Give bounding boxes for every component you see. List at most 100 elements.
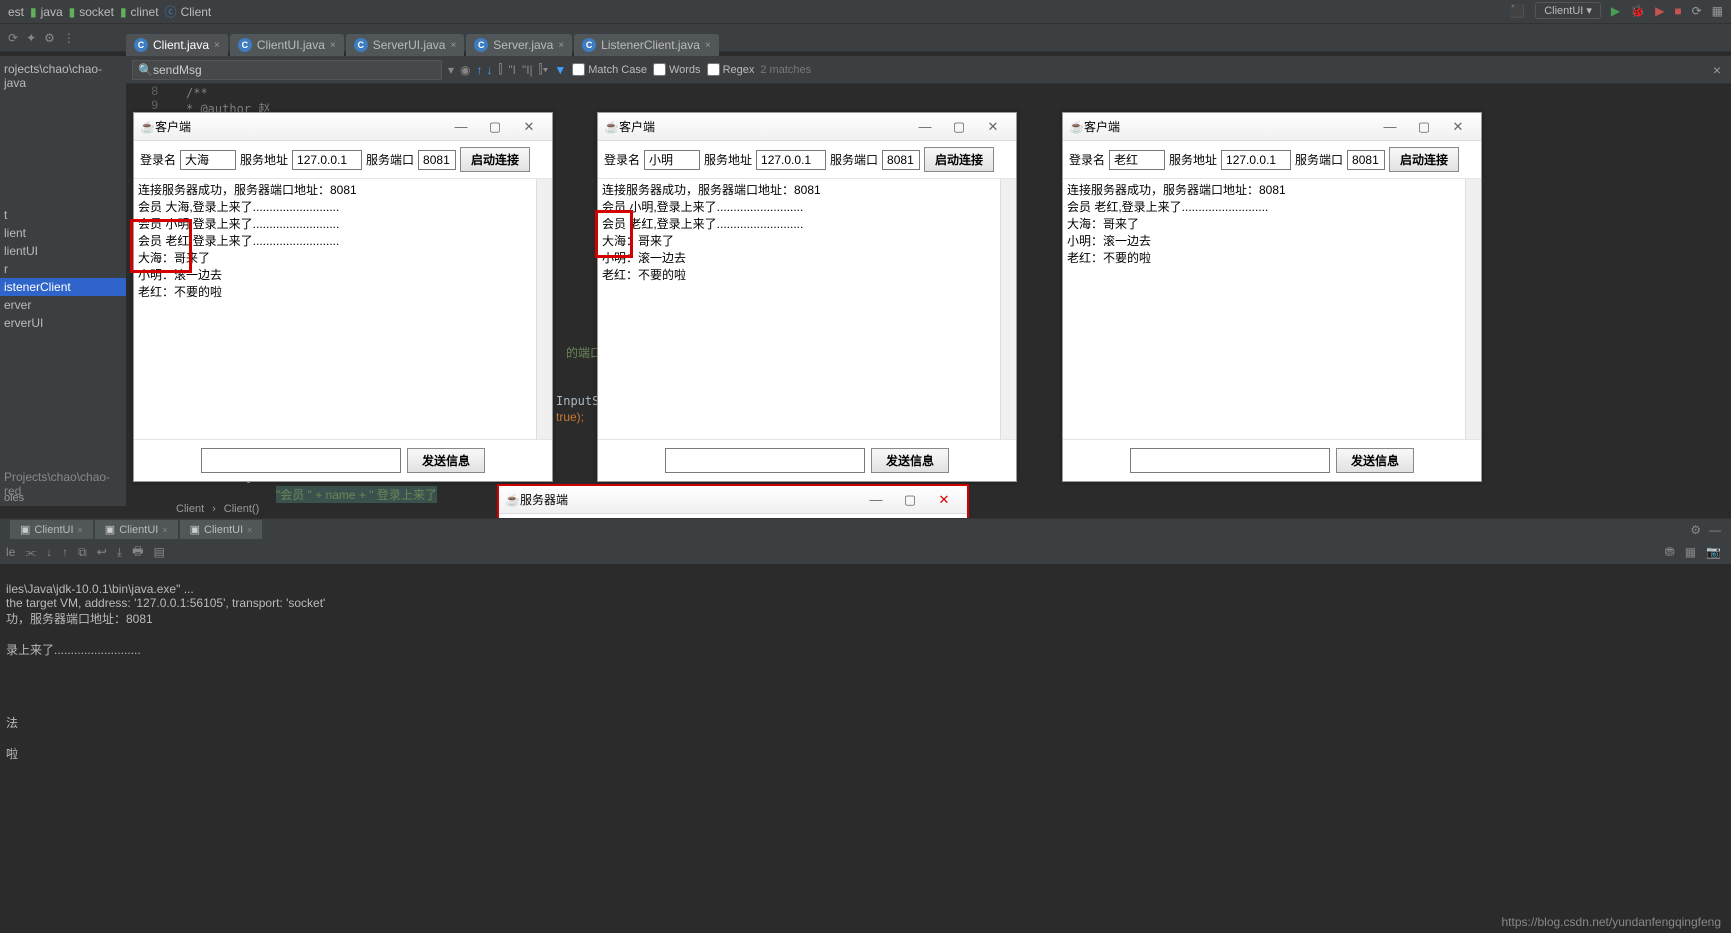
- run-config-selector[interactable]: ClientUI ▾: [1535, 2, 1601, 19]
- send-button[interactable]: 发送信息: [871, 448, 949, 473]
- stop-button[interactable]: ■: [1674, 4, 1681, 18]
- sync-icon[interactable]: ⟳: [8, 31, 18, 45]
- print-icon[interactable]: 🖶: [132, 542, 143, 563]
- message-area[interactable]: 连接服务器成功，服务器端口地址：8081 会员 老红,登录上来了........…: [1063, 179, 1481, 439]
- tree-item[interactable]: lientUI: [0, 242, 126, 260]
- close-icon[interactable]: ×: [705, 40, 711, 51]
- close-icon[interactable]: ×: [558, 40, 564, 51]
- title-bar[interactable]: ☕ 客户端 — ▢ ✕: [134, 113, 552, 141]
- close-button[interactable]: ✕: [1441, 119, 1475, 135]
- structure-button[interactable]: ▦: [1712, 4, 1723, 18]
- connect-button[interactable]: 启动连接: [460, 147, 530, 172]
- send-button[interactable]: 发送信息: [407, 448, 485, 473]
- gear-icon[interactable]: ⚙: [1690, 523, 1701, 537]
- minimize-panel-icon[interactable]: —: [1709, 523, 1721, 537]
- connect-button[interactable]: 启动连接: [924, 147, 994, 172]
- close-find-button[interactable]: ×: [1713, 62, 1721, 78]
- build-icon[interactable]: ⬛: [1510, 4, 1525, 18]
- message-area[interactable]: 连接服务器成功，服务器端口地址：8081 会员 小明,登录上来了........…: [598, 179, 1016, 439]
- debug-button[interactable]: 🐞: [1630, 4, 1645, 18]
- message-area[interactable]: 连接服务器成功，服务器端口地址：8081 会员 大海,登录上来了........…: [134, 179, 552, 439]
- words-check[interactable]: Words: [653, 63, 701, 76]
- addr-input[interactable]: [756, 150, 826, 170]
- v-scrollbar[interactable]: [1465, 179, 1481, 439]
- run-tab[interactable]: ▣ClientUI×: [10, 520, 93, 539]
- minimize-button[interactable]: —: [444, 119, 478, 134]
- layers-icon[interactable]: ▦: [1685, 545, 1696, 559]
- title-bar[interactable]: ☕ 客户端 — ▢ ✕: [598, 113, 1016, 141]
- port-input[interactable]: [418, 150, 456, 170]
- tree-item[interactable]: erverUI: [0, 314, 126, 332]
- close-button[interactable]: ✕: [512, 119, 546, 135]
- tab-serverui[interactable]: CServerUI.java×: [346, 34, 465, 56]
- maximize-button[interactable]: ▢: [1407, 119, 1441, 135]
- select-all-icon[interactable]: ⫿: [499, 62, 503, 77]
- remove-selection-icon[interactable]: "I|: [522, 63, 533, 77]
- wrap-icon[interactable]: ↩: [97, 545, 107, 559]
- tree-item[interactable]: r: [0, 260, 126, 278]
- message-input[interactable]: [665, 448, 865, 473]
- attach-icon[interactable]: ⫘: [25, 545, 36, 560]
- close-icon[interactable]: ×: [450, 40, 456, 51]
- login-input[interactable]: [644, 150, 700, 170]
- tab-listenerclient[interactable]: CListenerClient.java×: [574, 34, 719, 56]
- tree-item[interactable]: t: [0, 206, 126, 224]
- login-input[interactable]: [180, 150, 236, 170]
- connect-button[interactable]: 启动连接: [1389, 147, 1459, 172]
- add-selection-icon[interactable]: "I: [508, 63, 516, 77]
- minimize-button[interactable]: —: [859, 492, 893, 507]
- next-match-button[interactable]: ↓: [487, 63, 493, 77]
- history-icon[interactable]: ▾: [448, 63, 454, 77]
- pin-icon[interactable]: ⫿▾: [539, 62, 549, 77]
- console-output[interactable]: iles\Java\jdk-10.0.1\bin\java.exe" ... t…: [0, 564, 1731, 913]
- title-bar[interactable]: ☕ 客户端 — ▢ ✕: [1063, 113, 1481, 141]
- v-scrollbar[interactable]: [1000, 179, 1016, 439]
- maximize-button[interactable]: ▢: [942, 119, 976, 135]
- regex-check[interactable]: Regex: [707, 63, 755, 76]
- filter-icon[interactable]: ⧉: [78, 545, 87, 560]
- run-tab[interactable]: ▣ClientUI×: [95, 520, 178, 539]
- tree-item[interactable]: erver: [0, 296, 126, 314]
- prev-match-button[interactable]: ↑: [477, 63, 483, 77]
- match-case-check[interactable]: Match Case: [572, 63, 647, 76]
- tab-client[interactable]: CClient.java×: [126, 34, 228, 56]
- db-icon[interactable]: ⛃: [1665, 545, 1675, 559]
- tree-item[interactable]: lient: [0, 224, 126, 242]
- port-input[interactable]: [882, 150, 920, 170]
- close-button[interactable]: ✕: [976, 119, 1010, 135]
- update-button[interactable]: ⟳: [1692, 4, 1702, 18]
- crumb-clinet[interactable]: ▮clinet: [120, 5, 159, 19]
- find-input[interactable]: [132, 60, 442, 80]
- filter-icon[interactable]: ▼: [554, 63, 566, 77]
- send-button[interactable]: 发送信息: [1336, 448, 1414, 473]
- down-icon[interactable]: ↓: [46, 545, 52, 559]
- run-button[interactable]: ▶: [1611, 4, 1620, 18]
- close-icon[interactable]: ×: [162, 525, 167, 535]
- camera-icon[interactable]: 📷: [1706, 545, 1721, 559]
- close-icon[interactable]: ×: [247, 525, 252, 535]
- coverage-button[interactable]: ▶: [1655, 4, 1664, 18]
- project-tree[interactable]: rojects\chao\chao-java t lient lientUI r…: [0, 56, 126, 506]
- layout-icon[interactable]: ▤: [153, 545, 164, 559]
- maximize-button[interactable]: ▢: [478, 119, 512, 135]
- up-icon[interactable]: ↑: [62, 545, 68, 559]
- clear-icon[interactable]: ◉: [460, 63, 470, 77]
- port-input[interactable]: [1347, 150, 1385, 170]
- tab-server[interactable]: CServer.java×: [466, 34, 572, 56]
- crumb-java[interactable]: ▮java: [30, 5, 63, 19]
- tree-item-selected[interactable]: istenerClient: [0, 278, 126, 296]
- minimize-button[interactable]: —: [908, 119, 942, 134]
- addr-input[interactable]: [1221, 150, 1291, 170]
- crumb-client[interactable]: ⓒClient: [165, 3, 212, 20]
- tab-clientui[interactable]: CClientUI.java×: [230, 34, 344, 56]
- v-scrollbar[interactable]: [536, 179, 552, 439]
- more-icon[interactable]: ⋮: [63, 31, 75, 45]
- title-bar[interactable]: ☕ 服务器端 — ▢ ✕: [499, 486, 967, 514]
- close-icon[interactable]: ×: [78, 525, 83, 535]
- addr-input[interactable]: [292, 150, 362, 170]
- message-input[interactable]: [201, 448, 401, 473]
- minimize-button[interactable]: —: [1373, 119, 1407, 134]
- close-icon[interactable]: ×: [214, 40, 220, 51]
- crumb-root[interactable]: est: [8, 5, 24, 19]
- login-input[interactable]: [1109, 150, 1165, 170]
